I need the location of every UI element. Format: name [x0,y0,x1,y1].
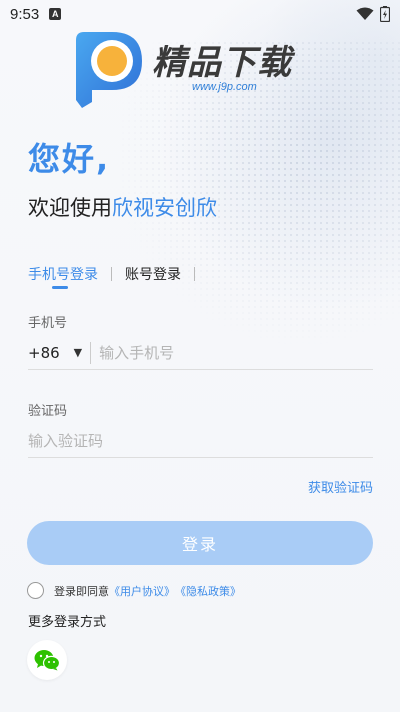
status-time: 9:53 [10,5,40,23]
agreement-row: 登录即同意 《用户协议》 《隐私政策》 [27,582,241,599]
user-agreement-link[interactable]: 《用户协议》 [109,583,175,599]
code-input-row [28,424,373,458]
tab-phone-login[interactable]: 手机号登录 [28,264,98,289]
logo-mark-icon [76,32,142,108]
get-code-button[interactable]: 获取验证码 [308,477,373,496]
verification-code-input[interactable] [28,425,373,456]
phone-label: 手机号 [28,316,68,331]
notification-icon: A [49,8,62,20]
logo-title: 精品下载 [152,43,292,83]
chevron-down-icon[interactable]: ▼ [74,346,82,359]
tab-divider [111,267,112,281]
country-code-select[interactable]: +86 [28,344,60,362]
tab-divider [194,267,195,281]
agreement-checkbox[interactable] [27,582,44,599]
phone-input-row: +86 ▼ [28,336,373,370]
app-name: 欣视安创欣 [112,196,217,220]
logo-url: www.j9p.com [192,81,257,93]
welcome-line: 欢迎使用欣视安创欣 [28,192,217,222]
status-icons [356,6,390,22]
greeting-title: 您好, [28,140,111,178]
agreement-text: 登录即同意 [54,584,109,598]
wechat-login-button[interactable] [27,640,67,680]
tab-account-login[interactable]: 账号登录 [125,264,181,284]
app-logo: 精品下载 www.j9p.com [70,28,330,108]
wechat-icon [34,650,60,671]
field-divider [90,341,92,364]
code-label: 验证码 [28,404,68,419]
privacy-policy-link[interactable]: 《隐私政策》 [175,583,241,599]
login-tabs: 手机号登录 账号登录 [28,264,195,289]
status-bar: 9:53 A [0,0,400,28]
battery-icon [380,6,390,22]
welcome-prefix: 欢迎使用 [28,196,112,220]
wifi-icon [356,7,374,20]
phone-input[interactable] [99,337,373,368]
login-button[interactable]: 登录 [27,521,373,565]
more-login-label: 更多登录方式 [28,615,107,630]
